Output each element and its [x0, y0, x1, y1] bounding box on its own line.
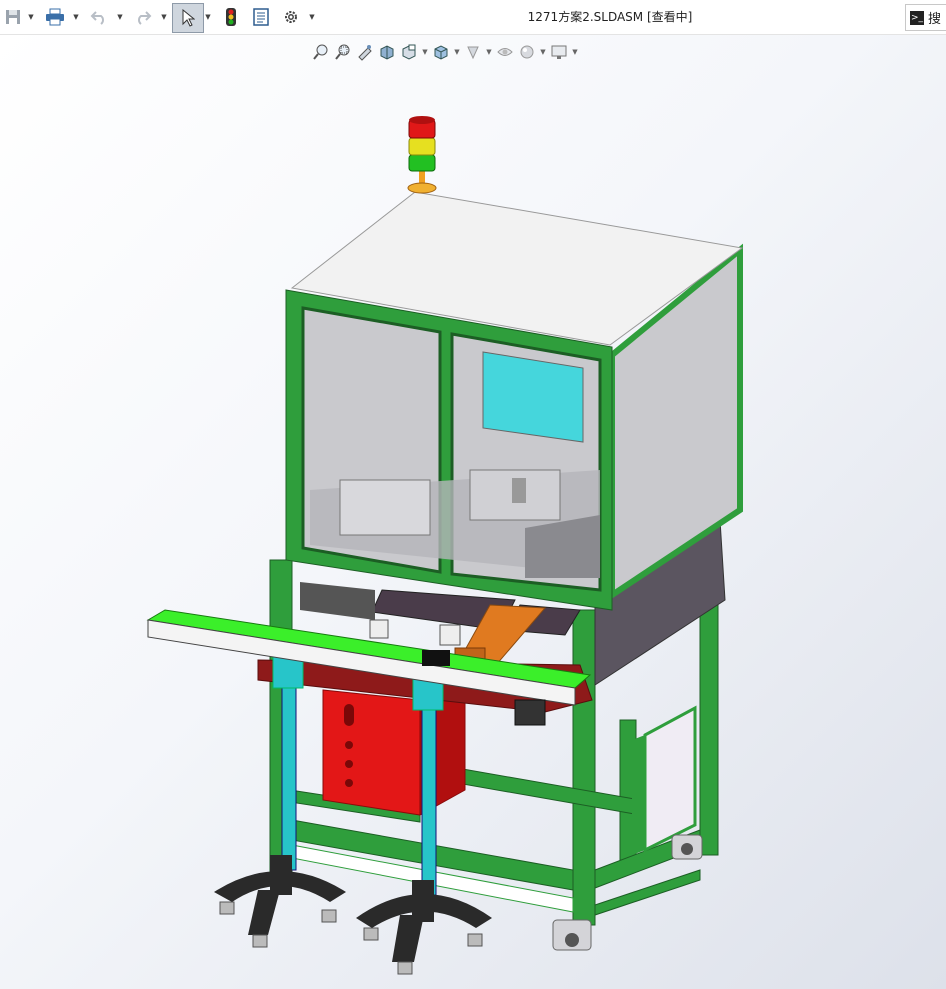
select-cursor-icon[interactable] [172, 3, 204, 33]
save-icon[interactable] [4, 5, 22, 29]
rebuild-traffic-light-icon[interactable] [222, 5, 240, 29]
file-properties-icon[interactable] [251, 5, 271, 29]
print-dropdown-icon[interactable]: ▼ [72, 10, 80, 24]
print-icon[interactable] [44, 5, 66, 29]
side-electrical-panel [632, 705, 697, 855]
select-dropdown-icon[interactable]: ▼ [204, 10, 212, 24]
red-electrical-cabinet [322, 689, 466, 816]
redo-dropdown-icon[interactable]: ▼ [160, 10, 168, 24]
assembly-model-3d-view[interactable] [0, 35, 946, 989]
graphics-area[interactable]: ▼ ▼ ▼ ▼ ▼ [0, 35, 946, 989]
options-gear-icon[interactable] [281, 5, 301, 29]
document-title: 1271方案2.SLDASM [查看中] [527, 10, 693, 24]
title-bar: ▼ ▼ ▼ ▼ ▼ ▼ 1271方案2.SLDASM [查看中] >_ 搜 [0, 0, 946, 35]
options-dropdown-icon[interactable]: ▼ [308, 10, 316, 24]
save-dropdown-icon[interactable]: ▼ [27, 10, 35, 24]
command-search-box[interactable]: >_ 搜 [905, 4, 946, 31]
signal-tower-light [407, 116, 437, 194]
front-frame [285, 289, 613, 611]
undo-dropdown-icon[interactable]: ▼ [116, 10, 124, 24]
undo-icon[interactable] [88, 5, 110, 29]
redo-icon[interactable] [132, 5, 154, 29]
search-label: 搜 [928, 12, 942, 27]
terminal-icon: >_ [910, 10, 924, 25]
